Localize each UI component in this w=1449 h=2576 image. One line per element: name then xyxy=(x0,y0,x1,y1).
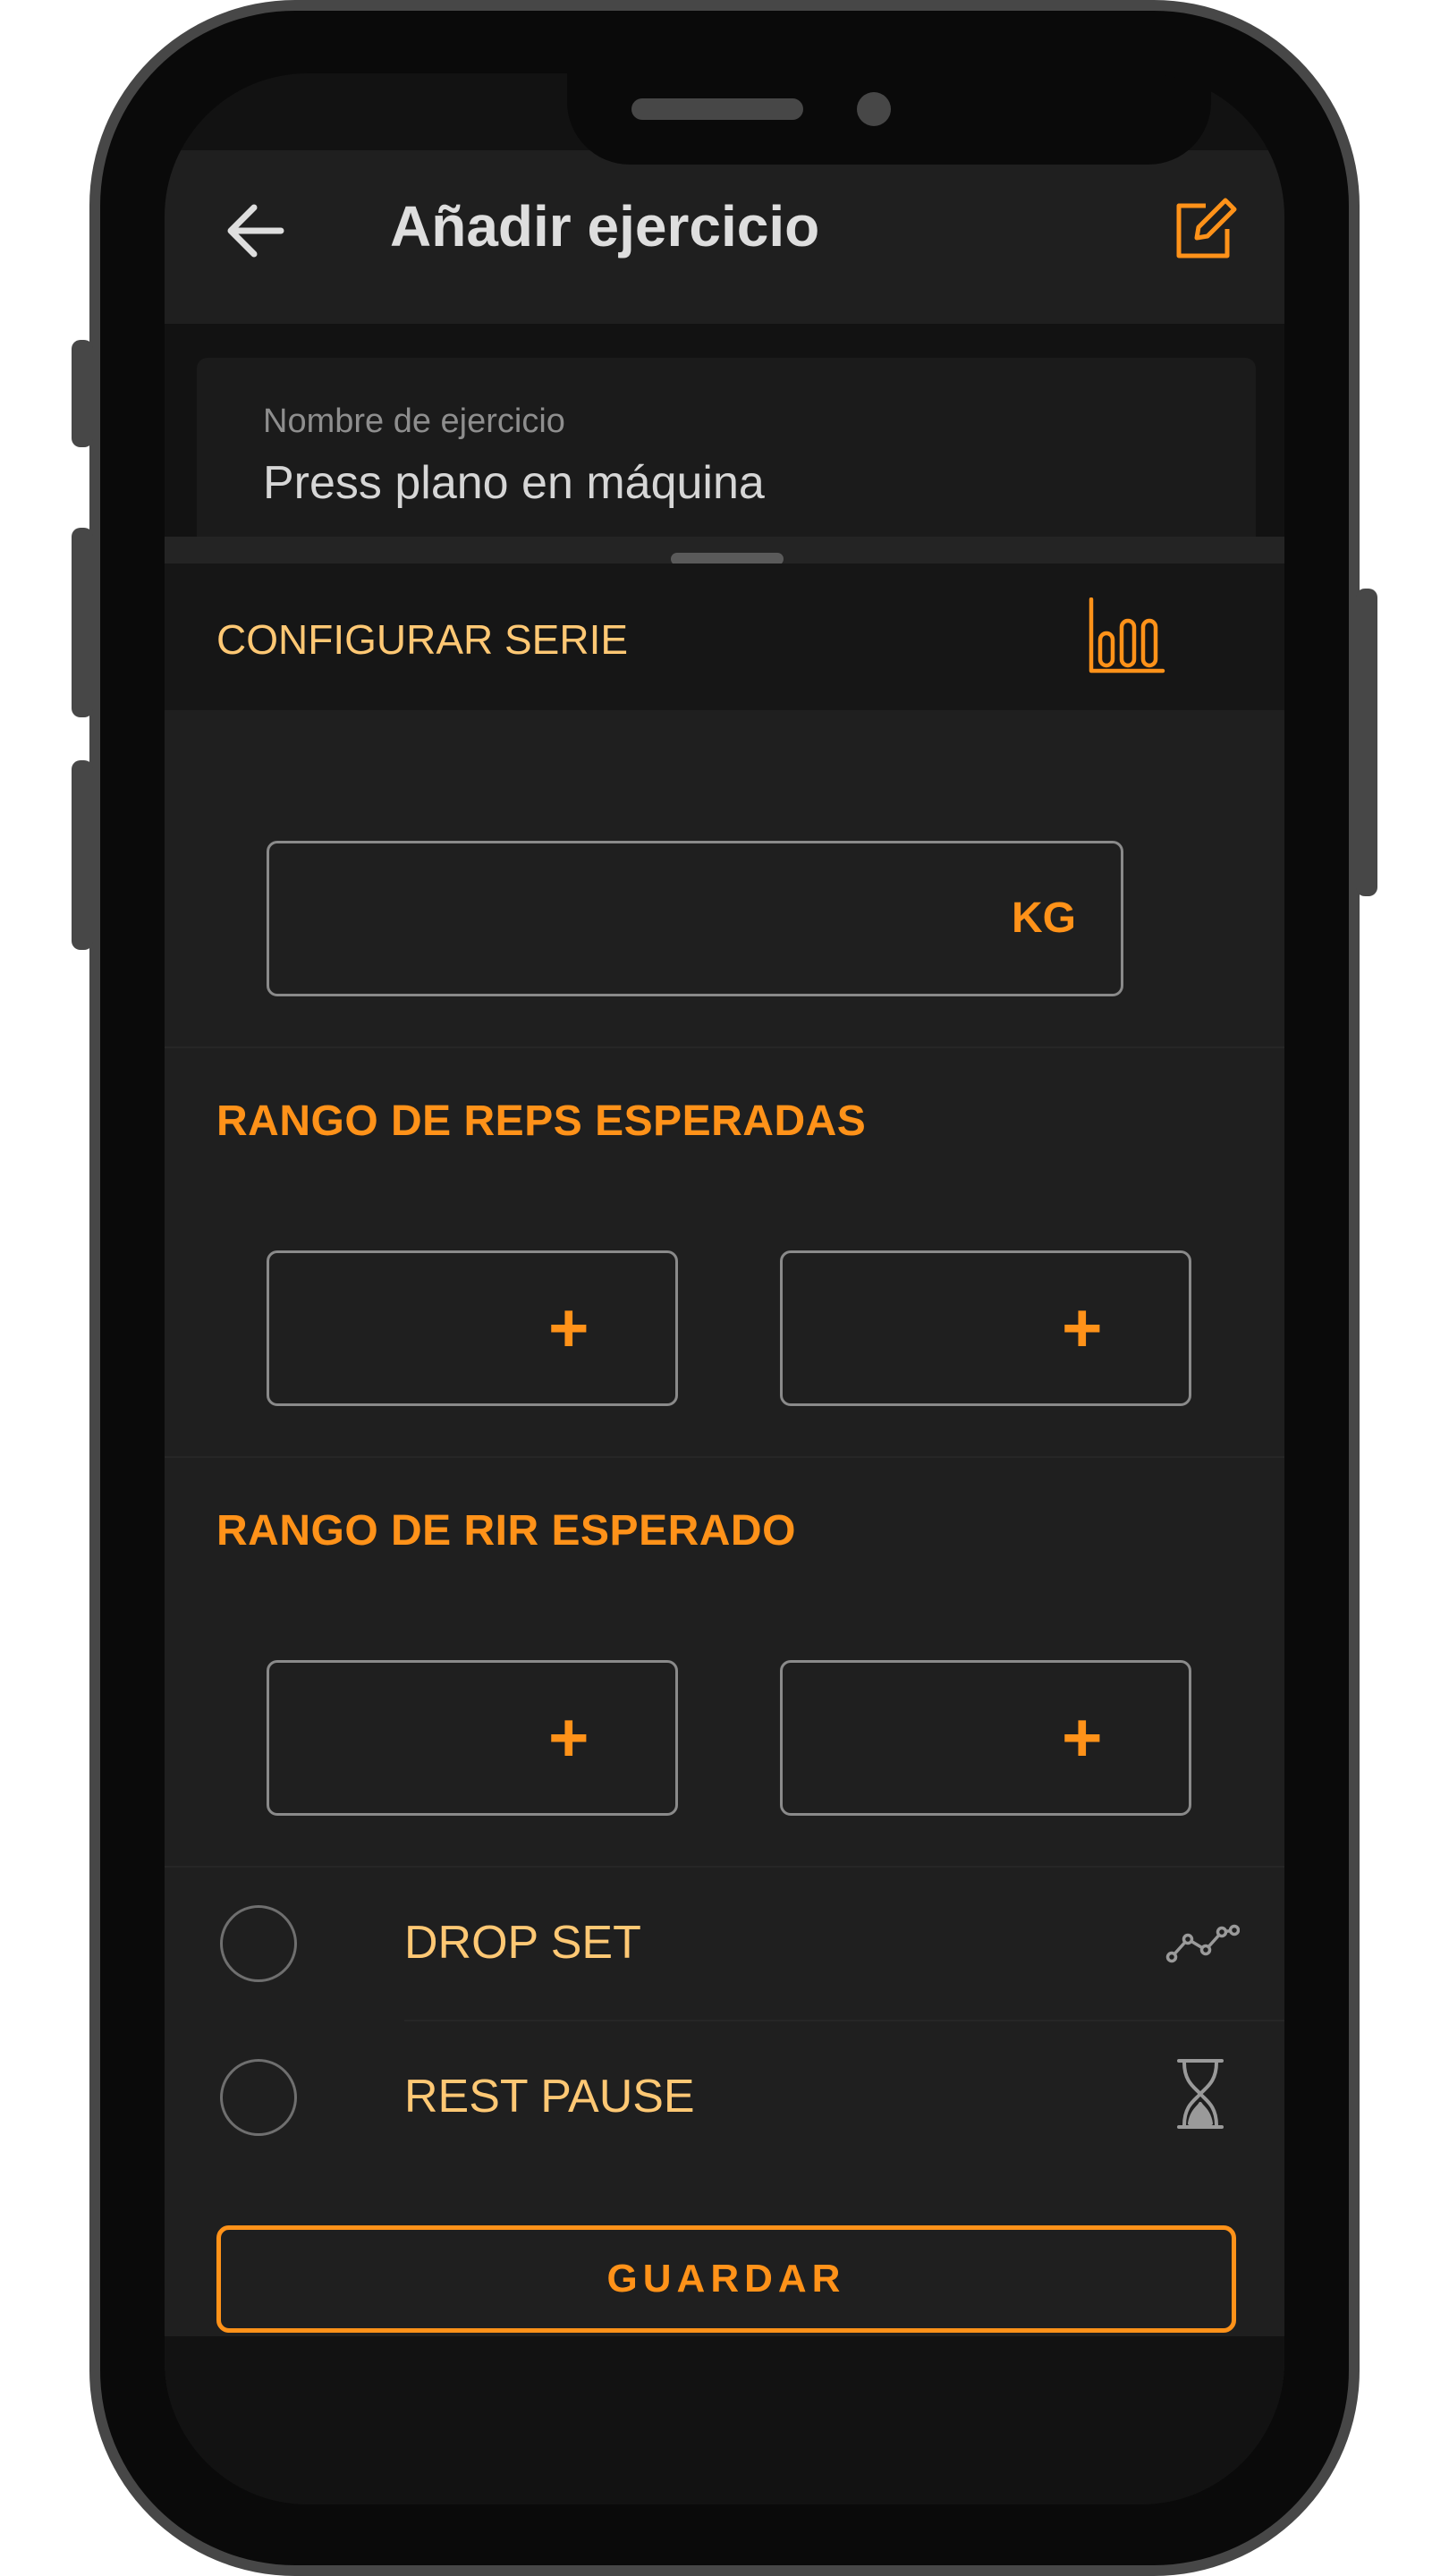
bar-chart-icon[interactable] xyxy=(1088,597,1166,676)
rest-pause-radio[interactable] xyxy=(220,2059,297,2136)
arrow-left-icon[interactable] xyxy=(224,202,286,259)
phone-speaker xyxy=(631,98,803,120)
weight-unit-label: KG xyxy=(1012,894,1076,942)
rest-pause-option[interactable]: REST PAUSE xyxy=(165,2021,1284,2174)
bottom-area xyxy=(165,2336,1284,2504)
drop-set-option[interactable]: DROP SET xyxy=(165,1868,1284,2020)
configure-set-sheet: KG RANGO DE REPS ESPERADAS + + RANGO DE … xyxy=(165,710,1284,2410)
weight-input[interactable]: KG xyxy=(267,841,1123,996)
rir-max-input[interactable]: + xyxy=(780,1660,1191,1816)
page-title: Añadir ejercicio xyxy=(390,194,820,258)
rir-min-input[interactable]: + xyxy=(267,1660,678,1816)
reps-max-input[interactable]: + xyxy=(780,1250,1191,1406)
sheet-header: CONFIGURAR SERIE xyxy=(165,564,1284,710)
phone-power-button xyxy=(1356,589,1377,896)
phone-silent-switch xyxy=(72,340,93,447)
exercise-name-field[interactable]: Nombre de ejercicio Press plano en máqui… xyxy=(197,358,1256,537)
app-screen: Añadir ejercicio Nombre de ejercicio Pre… xyxy=(165,73,1284,2504)
reps-max-plus-icon[interactable]: + xyxy=(1062,1292,1103,1362)
rir-max-plus-icon[interactable]: + xyxy=(1062,1702,1103,1772)
exercise-name-value: Press plano en máquina xyxy=(263,457,765,509)
phone-volume-up xyxy=(72,528,93,717)
configure-set-label: CONFIGURAR SERIE xyxy=(216,616,629,663)
rir-range-heading: RANGO DE RIR ESPERADO xyxy=(216,1507,796,1555)
rest-pause-label: REST PAUSE xyxy=(404,2071,695,2123)
section-divider xyxy=(165,1046,1284,1048)
app-bar: Añadir ejercicio xyxy=(165,150,1284,324)
hourglass-icon xyxy=(1177,2059,1224,2129)
edit-square-icon[interactable] xyxy=(1168,193,1240,265)
exercise-name-label: Nombre de ejercicio xyxy=(263,402,565,440)
line-chart-icon xyxy=(1165,1924,1240,1963)
reps-min-input[interactable]: + xyxy=(267,1250,678,1406)
phone-camera xyxy=(857,92,891,126)
drop-set-label: DROP SET xyxy=(404,1917,641,1969)
rir-min-plus-icon[interactable]: + xyxy=(548,1702,589,1772)
drop-set-radio[interactable] xyxy=(220,1905,297,1982)
reps-range-heading: RANGO DE REPS ESPERADAS xyxy=(216,1097,867,1145)
section-divider xyxy=(165,1456,1284,1458)
reps-min-plus-icon[interactable]: + xyxy=(548,1292,589,1362)
save-button[interactable]: GUARDAR xyxy=(216,2225,1236,2333)
phone-volume-down xyxy=(72,760,93,950)
